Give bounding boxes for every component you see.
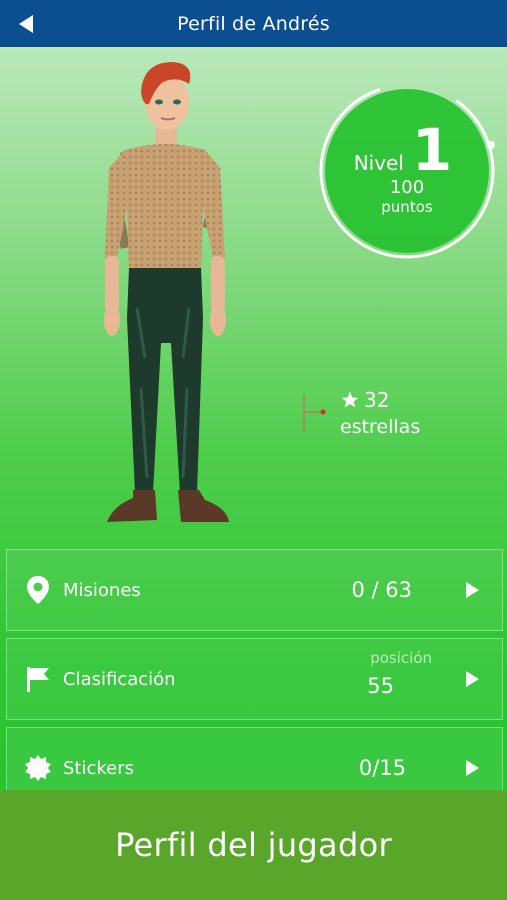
stars-label: estrellas — [340, 416, 421, 438]
top-bar: Perfil de Andrés — [0, 0, 507, 47]
ranking-value: 55 — [367, 674, 394, 698]
sticker-badge-icon — [23, 753, 53, 783]
stickers-value: 0/15 — [358, 756, 406, 780]
back-arrow-icon — [19, 15, 33, 33]
player-avatar — [104, 62, 229, 522]
points-label: puntos — [381, 197, 433, 216]
stars-count: 32 — [364, 388, 390, 412]
location-pin-icon — [23, 575, 53, 605]
stickers-label: Stickers — [63, 757, 135, 779]
stars-counter: 32 estrellas — [302, 384, 462, 444]
ranking-row[interactable]: Clasificación posición 55 — [6, 638, 503, 720]
chevron-right-icon — [466, 671, 479, 687]
star-icon — [341, 391, 359, 408]
ranking-label: Clasificación — [63, 668, 176, 690]
missions-row[interactable]: Misiones 0 / 63 — [6, 549, 503, 631]
chevron-right-icon — [466, 760, 479, 776]
stars-pointer-icon — [303, 394, 326, 432]
flag-icon — [23, 664, 53, 694]
missions-label: Misiones — [63, 579, 141, 601]
chevron-right-icon — [466, 582, 479, 598]
footer-title: Perfil del jugador — [115, 826, 392, 864]
page-title: Perfil de Andrés — [177, 12, 330, 35]
level-progress-ring: Nivel 1 100 puntos — [318, 82, 496, 260]
points-value: 100 — [389, 176, 425, 198]
ranking-sub-label: posición — [370, 649, 432, 667]
level-label: Nivel — [353, 150, 404, 175]
back-button[interactable] — [14, 12, 38, 36]
footer-banner: Perfil del jugador — [0, 790, 507, 900]
level-number: 1 — [411, 115, 453, 184]
missions-value: 0 / 63 — [351, 578, 412, 602]
